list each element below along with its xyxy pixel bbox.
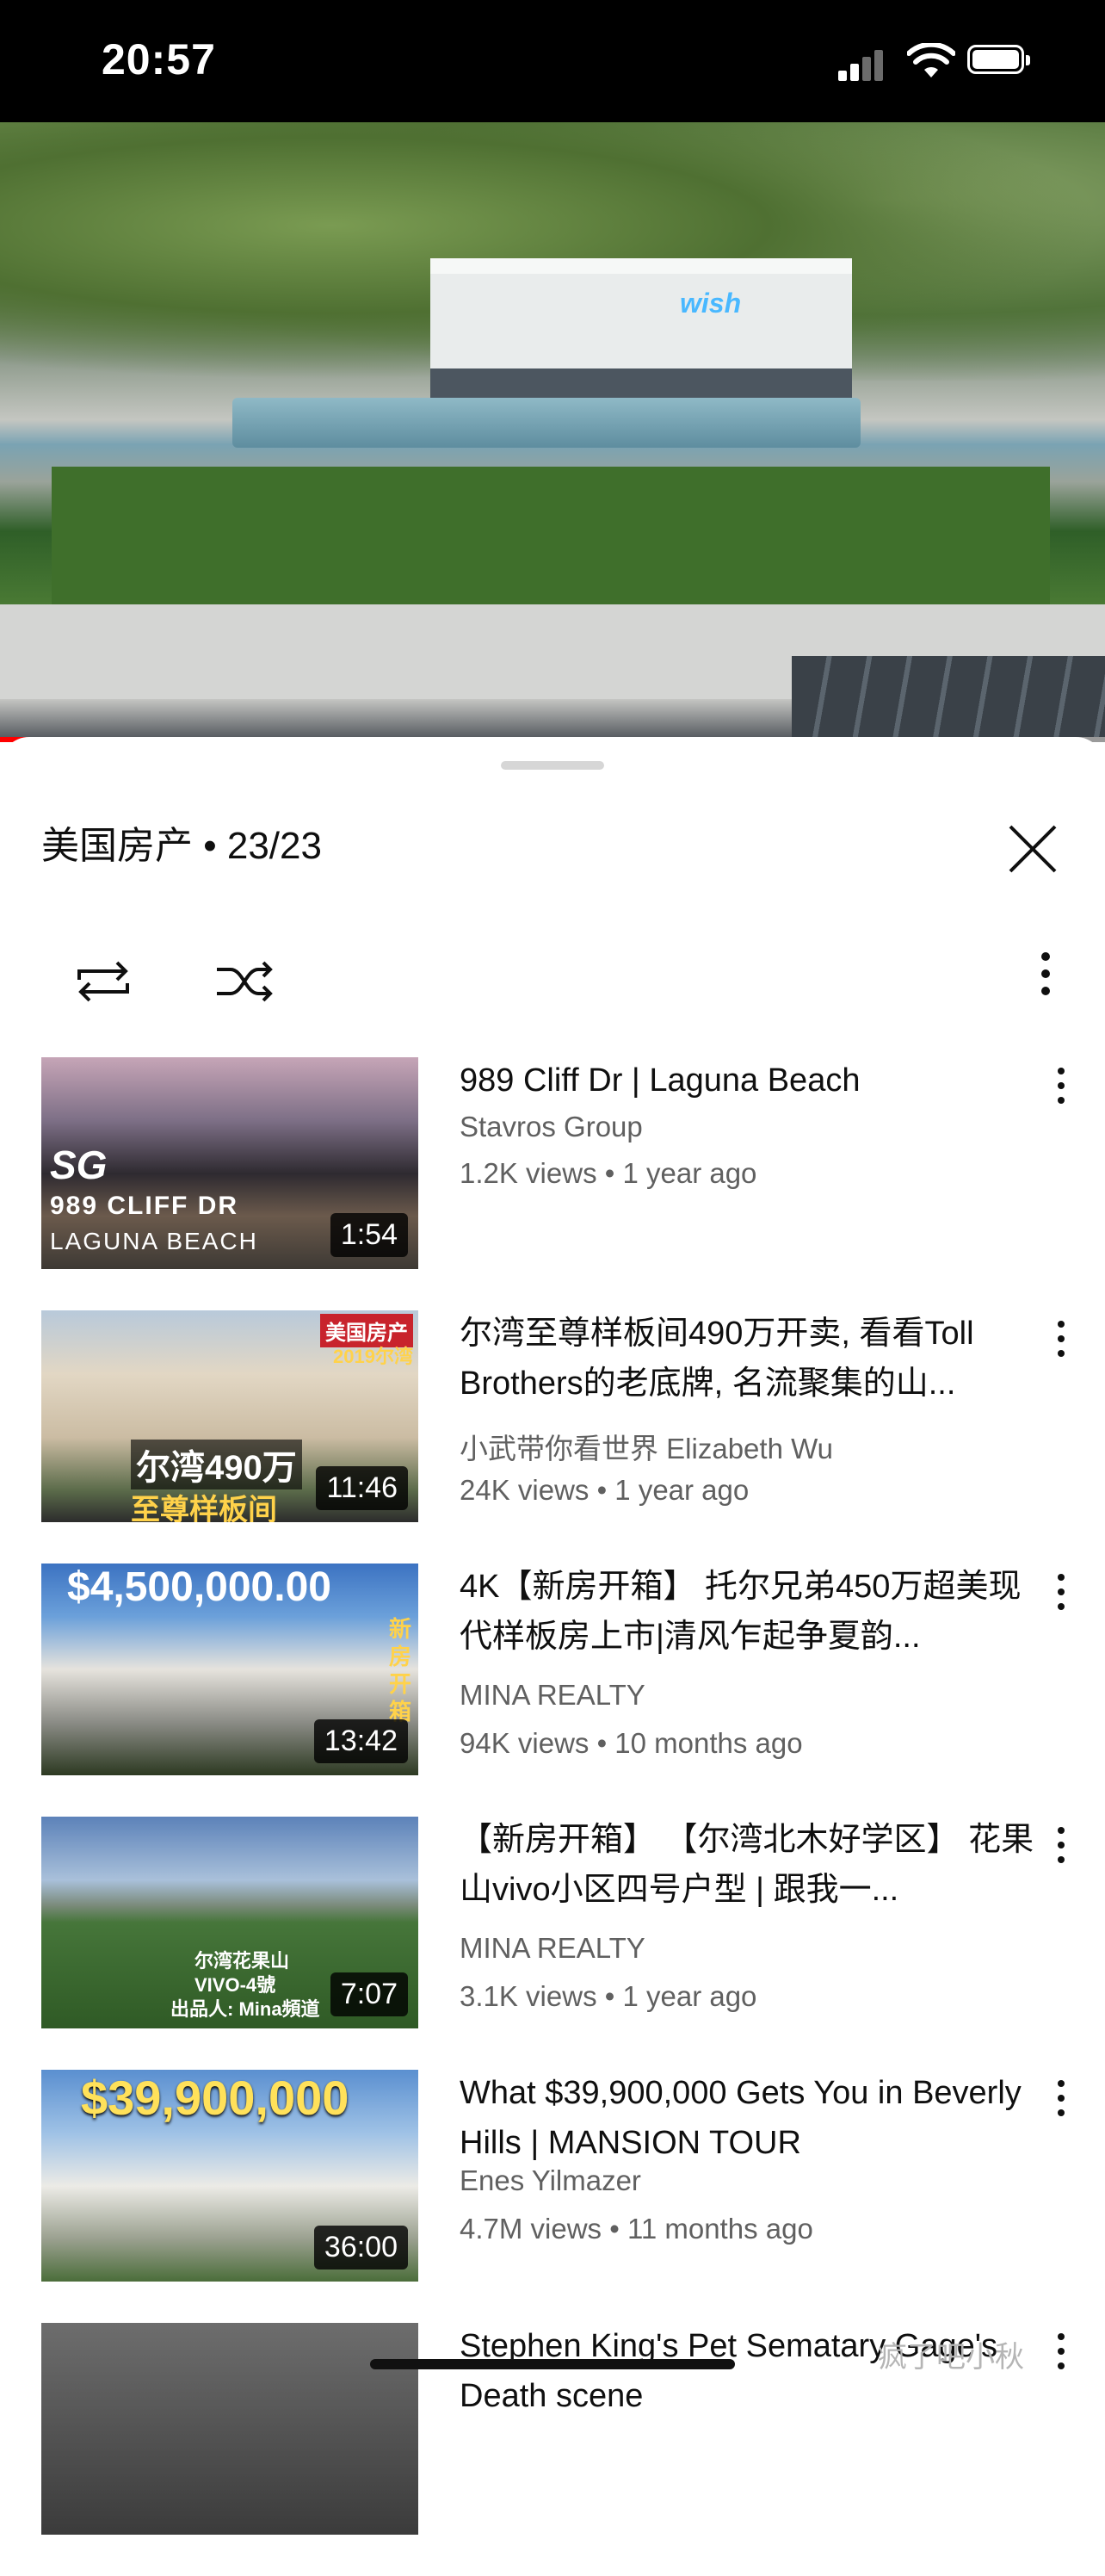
thumbnail-text: LAGUNA BEACH <box>50 1228 258 1254</box>
drag-handle[interactable] <box>501 761 604 770</box>
status-time: 20:57 <box>102 35 216 84</box>
video-duration: 13:42 <box>313 1719 408 1763</box>
video-meta: 94K views • 10 months ago <box>460 1727 803 1759</box>
cellular-signal-icon <box>838 46 890 81</box>
video-thumbnail[interactable]: 尔湾花果山 VIVO-4號 出品人: Mina頻道 7:07 <box>41 1817 418 2028</box>
more-options-icon[interactable] <box>1041 952 1076 1012</box>
thumbnail-text: 尔湾490万 <box>131 1440 302 1489</box>
video-title[interactable]: 989 Cliff Dr | Laguna Beach <box>460 1056 1045 1105</box>
list-item[interactable]: $39,900,000 36:00 What $39,900,000 Gets … <box>0 2070 1105 2323</box>
playlist-title: 美国房产 • 23/23 <box>41 825 322 867</box>
wifi-icon <box>907 43 955 77</box>
thumbnail-text: $4,500,000.00 <box>67 1564 331 1610</box>
video-duration: 1:54 <box>330 1213 408 1257</box>
video-overlay-text: wish <box>680 288 742 319</box>
close-icon[interactable] <box>998 814 1067 883</box>
shuffle-icon[interactable] <box>208 945 281 1018</box>
thumbnail-text: 新房开箱 <box>389 1616 412 1725</box>
thumbnail-text: 出品人: Mina頻道 <box>170 1998 320 2020</box>
video-duration: 7:07 <box>330 1972 408 2016</box>
list-item[interactable]: SG 989 CLIFF DR LAGUNA BEACH 1:54 989 Cl… <box>0 1057 1105 1310</box>
watermark: 疯了吧小秋 <box>878 2341 1024 2374</box>
item-more-icon[interactable] <box>1055 2080 1067 2132</box>
video-meta: 24K views • 1 year ago <box>460 1474 750 1506</box>
thumbnail-text: SG <box>50 1142 108 1187</box>
home-indicator[interactable] <box>370 2359 735 2369</box>
thumbnail-text: $39,900,000 <box>81 2071 349 2125</box>
playlist-panel: 美国房产 • 23/23 SG 989 CLIFF DR LAGUNA BEAC… <box>0 737 1105 2535</box>
list-item[interactable]: 尔湾花果山 VIVO-4號 出品人: Mina頻道 7:07 【新房开箱】 【尔… <box>0 1817 1105 2070</box>
video-player[interactable]: wish <box>0 122 1105 742</box>
video-frame-pavilion <box>430 258 852 403</box>
thumbnail-text: 989 CLIFF DR <box>50 1192 239 1220</box>
battery-icon <box>967 45 1030 74</box>
video-thumbnail[interactable]: 美国房产 2019尔湾 尔湾490万 至尊样板间 11:46 <box>41 1310 418 1522</box>
video-title[interactable]: 尔湾至尊样板间490万开卖, 看看Toll Brothers的老底牌, 名流聚集… <box>460 1309 1045 1409</box>
list-item[interactable]: 美国房产 2019尔湾 尔湾490万 至尊样板间 11:46 尔湾至尊样板间49… <box>0 1310 1105 1564</box>
item-more-icon[interactable] <box>1055 1068 1067 1119</box>
loop-icon[interactable] <box>67 945 139 1018</box>
video-thumbnail[interactable]: $39,900,000 36:00 <box>41 2070 418 2282</box>
video-thumbnail[interactable]: SG 989 CLIFF DR LAGUNA BEACH 1:54 <box>41 1057 418 1269</box>
video-duration: 11:46 <box>316 1466 408 1510</box>
status-bar: 20:57 <box>0 0 1105 122</box>
item-more-icon[interactable] <box>1055 1827 1067 1879</box>
video-title[interactable]: What $39,900,000 Gets You in Beverly Hil… <box>460 2068 1045 2168</box>
channel-name: Stavros Group <box>460 1111 643 1142</box>
video-thumbnail[interactable] <box>41 2323 418 2535</box>
list-item[interactable]: $4,500,000.00 新房开箱 13:42 4K【新房开箱】 托尔兄弟45… <box>0 1564 1105 1817</box>
channel-name: 小武带你看世界 Elizabeth Wu <box>460 1433 833 1464</box>
video-title[interactable]: 4K【新房开箱】 托尔兄弟450万超美现代样板房上市|清风乍起争夏韵... <box>460 1562 1045 1662</box>
channel-name: Enes Yilmazer <box>460 2164 641 2196</box>
video-thumbnail[interactable]: $4,500,000.00 新房开箱 13:42 <box>41 1564 418 1775</box>
channel-name: MINA REALTY <box>460 1932 645 1964</box>
thumbnail-text: 2019尔湾 <box>333 1346 413 1367</box>
video-duration: 36:00 <box>313 2226 408 2269</box>
thumbnail-text: 至尊样板间 <box>131 1494 277 1522</box>
item-more-icon[interactable] <box>1055 1574 1067 1625</box>
item-more-icon[interactable] <box>1055 2333 1067 2385</box>
video-meta: 3.1K views • 1 year ago <box>460 1980 757 2012</box>
item-more-icon[interactable] <box>1055 1321 1067 1372</box>
video-meta: 4.7M views • 11 months ago <box>460 2213 813 2245</box>
channel-name: MINA REALTY <box>460 1679 645 1711</box>
video-title[interactable]: 【新房开箱】 【尔湾北木好学区】 花果山vivo小区四号户型 | 跟我一... <box>460 1815 1045 1915</box>
video-meta: 1.2K views • 1 year ago <box>460 1157 757 1189</box>
